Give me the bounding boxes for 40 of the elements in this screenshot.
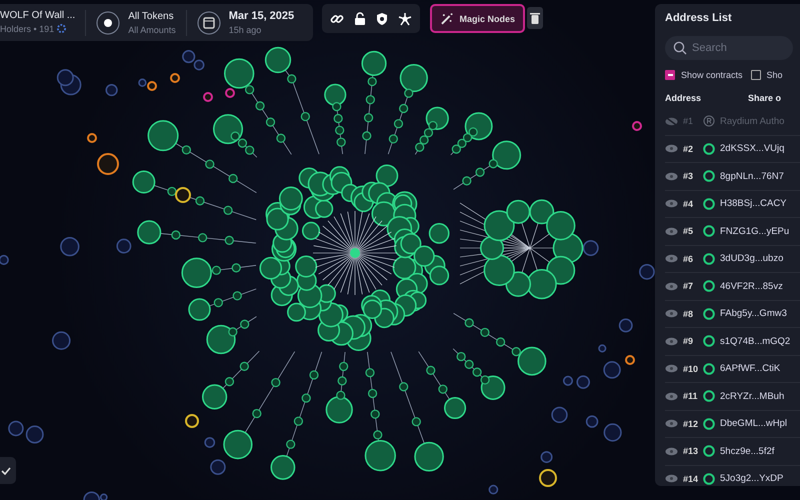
address-link[interactable]: 3dUD3g...ubzo — [720, 253, 784, 264]
search-field[interactable]: Search — [665, 36, 793, 60]
address-link[interactable]: FNZG1G...yEPu — [720, 226, 790, 237]
filter-label[interactable]: Sho — [766, 70, 783, 80]
rank-number: #5 — [683, 226, 694, 236]
address-link[interactable]: s1Q74B...mGQ2 — [720, 336, 790, 347]
amounts-filter: All Amounts — [128, 24, 176, 34]
rank-number: #9 — [683, 336, 694, 346]
rank-number: #7 — [683, 281, 694, 292]
rank-number: #2 — [683, 144, 694, 154]
date-relative: 15h ago — [228, 25, 262, 35]
rank-number: #14 — [683, 474, 698, 484]
rank-number: #6 — [683, 254, 694, 264]
rank-number: #1 — [683, 116, 694, 126]
rank-number: #10 — [683, 364, 698, 374]
column-header[interactable]: Share o — [748, 93, 782, 103]
rank-number: #12 — [683, 418, 698, 429]
address-link[interactable]: 5hcz9e...5f2f — [720, 446, 774, 457]
address-link[interactable]: FAbg5y...Gmw3 — [720, 308, 787, 320]
rank-number: #8 — [683, 308, 694, 319]
panel-title: Address List — [665, 12, 732, 24]
address-link[interactable]: 2cRYZr...MBuh — [720, 390, 784, 402]
address-link[interactable]: 6APfWF...CtiK — [720, 363, 780, 374]
address-link[interactable]: 5Jo3g2...YxDP — [720, 473, 784, 484]
rank-number: #3 — [683, 171, 694, 182]
address-link[interactable]: 2dKSSX...VUjq — [720, 143, 784, 154]
magic-nodes-button[interactable]: Magic Nodes — [430, 4, 525, 33]
address-link[interactable]: 46VF2R...85vz — [720, 280, 783, 292]
holders-count: Holders • 191 — [0, 24, 54, 34]
filter-label[interactable]: Show contracts — [681, 70, 743, 80]
rank-number: #4 — [683, 198, 694, 209]
column-header[interactable]: Address — [665, 93, 702, 103]
tokens-filter[interactable]: All Tokens — [128, 10, 176, 22]
date-label[interactable]: Mar 15, 2025 — [228, 10, 294, 22]
address-link[interactable]: 8gpNLn...76N7 — [720, 170, 784, 182]
address-link[interactable]: H38BSj...CACY — [720, 198, 787, 210]
rank-number: #11 — [683, 391, 698, 402]
rank-number: #13 — [683, 446, 698, 456]
token-name: WOLF Of Wall ... — [0, 10, 76, 20]
address-link[interactable]: DbeGML...wHpl — [720, 418, 788, 430]
